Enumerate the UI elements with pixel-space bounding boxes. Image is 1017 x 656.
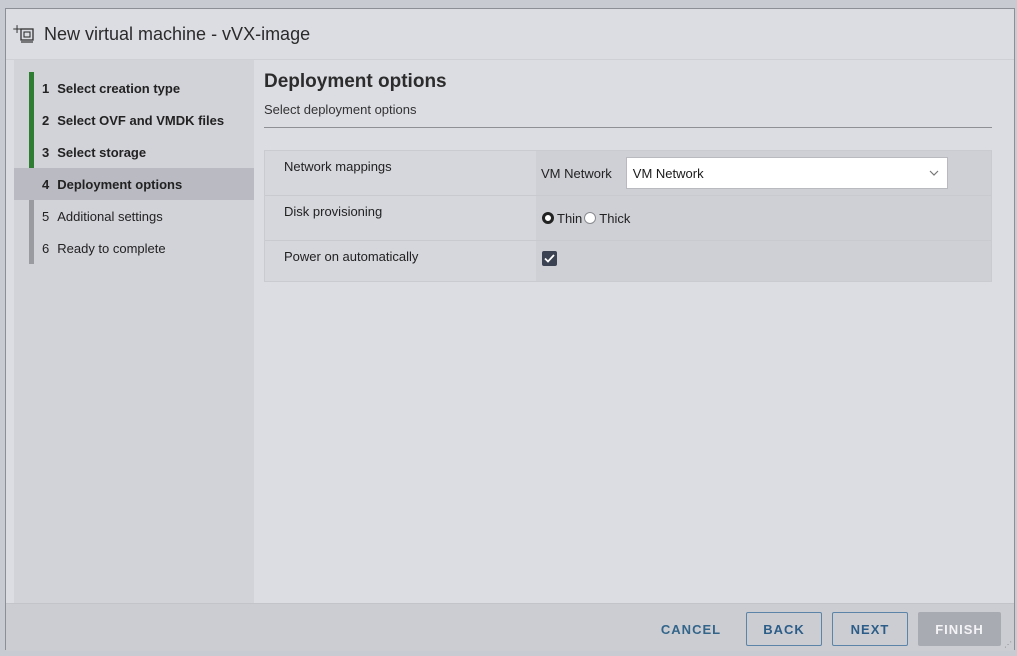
step-label: Select OVF and VMDK files [57,112,225,128]
page-header: Deployment options Select deployment opt… [264,71,992,128]
disk-provisioning-value: Thin Thick [536,196,991,240]
checkmark-icon [544,253,555,263]
step-label: Ready to complete [57,240,166,256]
step-select-ovf-vmdk[interactable]: 2 Select OVF and VMDK files [14,104,254,136]
source-network-label: VM Network [541,165,612,181]
step-ready-to-complete: 6 Ready to complete [42,240,166,256]
selected-network: VM Network [632,165,704,181]
next-button[interactable]: NEXT [832,612,908,646]
wizard-dialog: + New virtual machine - vVX-image 1 Sele… [5,8,1015,651]
chevron-down-icon [929,167,939,179]
step-label: Deployment options [57,176,183,192]
row-network-mappings: Network mappings VM Network VM Network [265,151,991,196]
dialog-title: New virtual machine - vVX-image [44,23,311,44]
row-power-on: Power on automatically [265,241,991,281]
radio-thin[interactable]: Thin [542,211,582,226]
network-mappings-label: Network mappings [265,151,536,195]
step-label: Additional settings [57,208,163,224]
radio-thick-indicator[interactable] [584,212,597,224]
power-on-value [536,241,991,281]
radio-thick-label: Thick [599,210,631,226]
step-select-storage[interactable]: 3 Select storage [14,136,254,168]
finish-button[interactable]: FINISH [918,612,1001,646]
back-button[interactable]: BACK [746,612,822,646]
network-mappings-value: VM Network VM Network [536,151,991,195]
options-grid: Network mappings VM Network VM Network D… [264,150,992,282]
radio-thin-label: Thin [557,210,583,226]
step-select-creation-type[interactable]: 1 Select creation type [14,72,254,104]
page-subtitle: Select deployment options [264,102,417,117]
step-deployment-options[interactable]: 4 Deployment options [14,168,254,200]
power-on-checkbox[interactable] [542,250,557,266]
power-on-label: Power on automatically [265,241,536,281]
radio-thin-indicator[interactable] [542,212,554,224]
page-title: Deployment options [264,71,447,92]
new-vm-icon: + [12,23,38,45]
wizard-steps: 1 Select creation type 2 Select OVF and … [14,60,254,603]
dialog-footer: CANCEL BACK NEXT FINISH ⋰ [6,603,1014,651]
header-divider [264,127,992,128]
disk-provisioning-label: Disk provisioning [265,196,536,240]
row-disk-provisioning: Disk provisioning Thin Thick [265,196,991,241]
radio-thick[interactable]: Thick [584,211,630,226]
step-label: Select storage [57,144,147,160]
resize-grip-icon[interactable]: ⋰ [1004,640,1012,649]
cancel-button[interactable]: CANCEL [652,612,730,646]
step-label: Select creation type [57,80,181,96]
step-additional-settings: 5 Additional settings [42,208,163,224]
dialog-titlebar: + New virtual machine - vVX-image [6,9,1014,60]
destination-network-select[interactable]: VM Network [625,157,948,189]
